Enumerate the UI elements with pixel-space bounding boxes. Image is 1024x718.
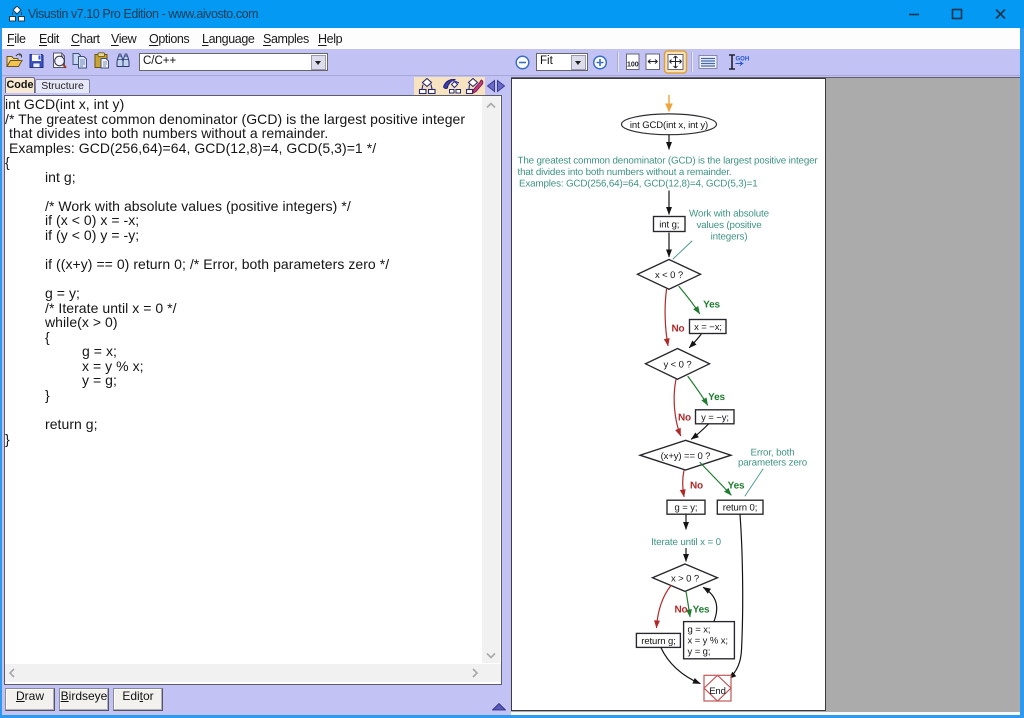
svg-text:No: No: [690, 481, 703, 492]
svg-text:parameters zero: parameters zero: [738, 457, 808, 468]
svg-text:100: 100: [627, 62, 639, 69]
svg-text:Yes: Yes: [708, 392, 725, 403]
svg-text:values (positive: values (positive: [696, 220, 762, 231]
svg-text:y = g;: y = g;: [688, 647, 711, 658]
svg-text:No: No: [672, 324, 685, 335]
svg-text:(x+y) == 0 ?: (x+y) == 0 ?: [661, 451, 711, 462]
svg-text:x > 0 ?: x > 0 ?: [671, 574, 699, 585]
svg-text:int GCD(int x, int y): int GCD(int x, int y): [630, 120, 708, 131]
svg-text:x = y % x;: x = y % x;: [688, 636, 728, 647]
svg-text:return 0;: return 0;: [723, 503, 757, 514]
svg-text:GOH: GOH: [736, 57, 750, 63]
svg-text:The greatest common denominato: The greatest common denominator (GCD) is…: [518, 155, 819, 166]
svg-text:y < 0 ?: y < 0 ?: [663, 360, 691, 371]
svg-text:g = x;: g = x;: [688, 625, 711, 636]
svg-text:that divides into both numbers: that divides into both numbers without a…: [518, 167, 732, 178]
svg-text:Examples: GCD(256,64)=64, GCD(: Examples: GCD(256,64)=64, GCD(12,8)=4, G…: [519, 178, 758, 189]
svg-text:x < 0 ?: x < 0 ?: [655, 270, 683, 281]
svg-text:integers): integers): [711, 232, 748, 243]
svg-text:return g;: return g;: [641, 636, 675, 647]
svg-text:Yes: Yes: [728, 481, 745, 492]
svg-text:Work with absolute: Work with absolute: [689, 209, 770, 220]
svg-text:x = −x;: x = −x;: [694, 322, 722, 333]
svg-text:No: No: [675, 605, 688, 616]
svg-text:Iterate until x = 0: Iterate until x = 0: [651, 537, 722, 548]
svg-text:No: No: [678, 413, 691, 424]
svg-text:Yes: Yes: [693, 605, 710, 616]
svg-text:Yes: Yes: [703, 300, 720, 311]
svg-text:y = −y;: y = −y;: [701, 412, 729, 423]
svg-text:int g;: int g;: [659, 220, 679, 231]
svg-text:g = y;: g = y;: [675, 503, 698, 514]
svg-text:End: End: [709, 686, 726, 697]
